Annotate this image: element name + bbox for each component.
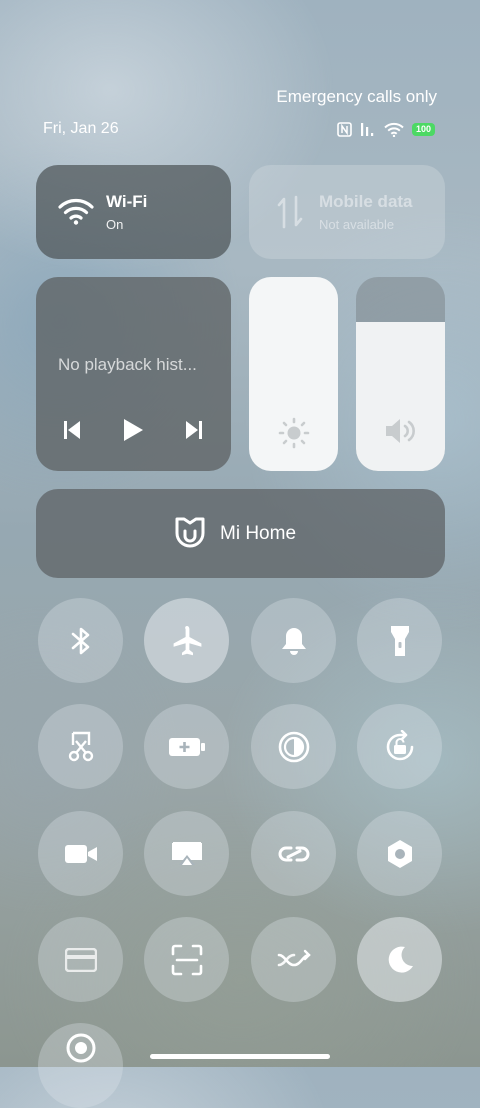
mi-home-label: Mi Home	[220, 523, 297, 544]
card-icon	[64, 947, 97, 972]
nfc-icon	[337, 121, 352, 137]
wifi-title: Wi-Fi	[106, 192, 148, 211]
signal-icon	[360, 123, 374, 136]
rotation-lock-toggle[interactable]	[357, 704, 442, 789]
status-icons: 100	[337, 120, 435, 138]
volume-fill	[356, 321, 445, 471]
play-icon[interactable]	[122, 418, 144, 442]
home-indicator[interactable]	[150, 1054, 330, 1059]
mobile-data-status: Not available	[319, 217, 395, 232]
link-toggle[interactable]	[251, 811, 336, 896]
previous-track-icon[interactable]	[63, 420, 81, 440]
battery-indicator: 100	[411, 122, 435, 136]
mobile-data-icon	[277, 195, 303, 229]
location-toggle[interactable]	[38, 1023, 123, 1108]
flashlight-icon	[390, 625, 409, 656]
cast-icon	[171, 841, 202, 865]
airplane-mode-toggle[interactable]	[144, 598, 229, 683]
moon-icon	[388, 946, 413, 973]
bluetooth-icon	[71, 627, 89, 654]
volume-icon	[385, 419, 415, 443]
half-circle-icon	[278, 731, 309, 762]
airplane-icon	[173, 625, 201, 655]
crossed-arrows-icon	[277, 949, 311, 966]
wifi-icon	[58, 199, 94, 225]
location-icon	[66, 1033, 95, 1062]
bell-icon	[281, 627, 306, 655]
mobile-data-tile[interactable]: Mobile data Not available	[249, 165, 445, 259]
screenshot-toggle[interactable]	[38, 704, 123, 789]
link-icon	[278, 846, 309, 861]
hex-gear-icon	[387, 839, 412, 868]
scan-icon	[171, 944, 202, 975]
wifi-status-icon	[384, 122, 404, 137]
mobile-data-title: Mobile data	[319, 192, 413, 211]
brightness-icon	[278, 417, 309, 449]
scanner-toggle[interactable]	[144, 917, 229, 1002]
status-date: Fri, Jan 26	[43, 120, 119, 137]
volume-slider[interactable]	[356, 277, 445, 471]
ringer-toggle[interactable]	[251, 598, 336, 683]
rotate-lock-icon	[386, 729, 413, 760]
wifi-tile[interactable]: Wi-Fi On	[36, 165, 231, 259]
mi-home-tile[interactable]: Mi Home	[36, 489, 445, 578]
card-toggle[interactable]	[38, 917, 123, 1002]
do-not-disturb-toggle[interactable]	[357, 917, 442, 1002]
switch-toggle[interactable]	[251, 917, 336, 1002]
battery-plus-icon	[168, 737, 205, 756]
bluetooth-toggle[interactable]	[38, 598, 123, 683]
brightness-slider[interactable]	[249, 277, 338, 471]
mi-home-icon	[175, 517, 205, 548]
settings-toggle[interactable]	[357, 811, 442, 896]
scissors-icon	[68, 731, 93, 761]
wifi-status: On	[106, 217, 124, 232]
next-track-icon[interactable]	[185, 420, 203, 440]
media-player-tile[interactable]: No playback hist...	[36, 277, 231, 471]
battery-saver-toggle[interactable]	[144, 704, 229, 789]
cast-toggle[interactable]	[144, 811, 229, 896]
flashlight-toggle[interactable]	[357, 598, 442, 683]
dark-mode-toggle[interactable]	[251, 704, 336, 789]
emergency-calls-text: Emergency calls only	[276, 87, 437, 106]
video-camera-icon	[64, 844, 97, 863]
screen-recorder-toggle[interactable]	[38, 811, 123, 896]
media-status-text: No playback hist...	[58, 355, 197, 374]
